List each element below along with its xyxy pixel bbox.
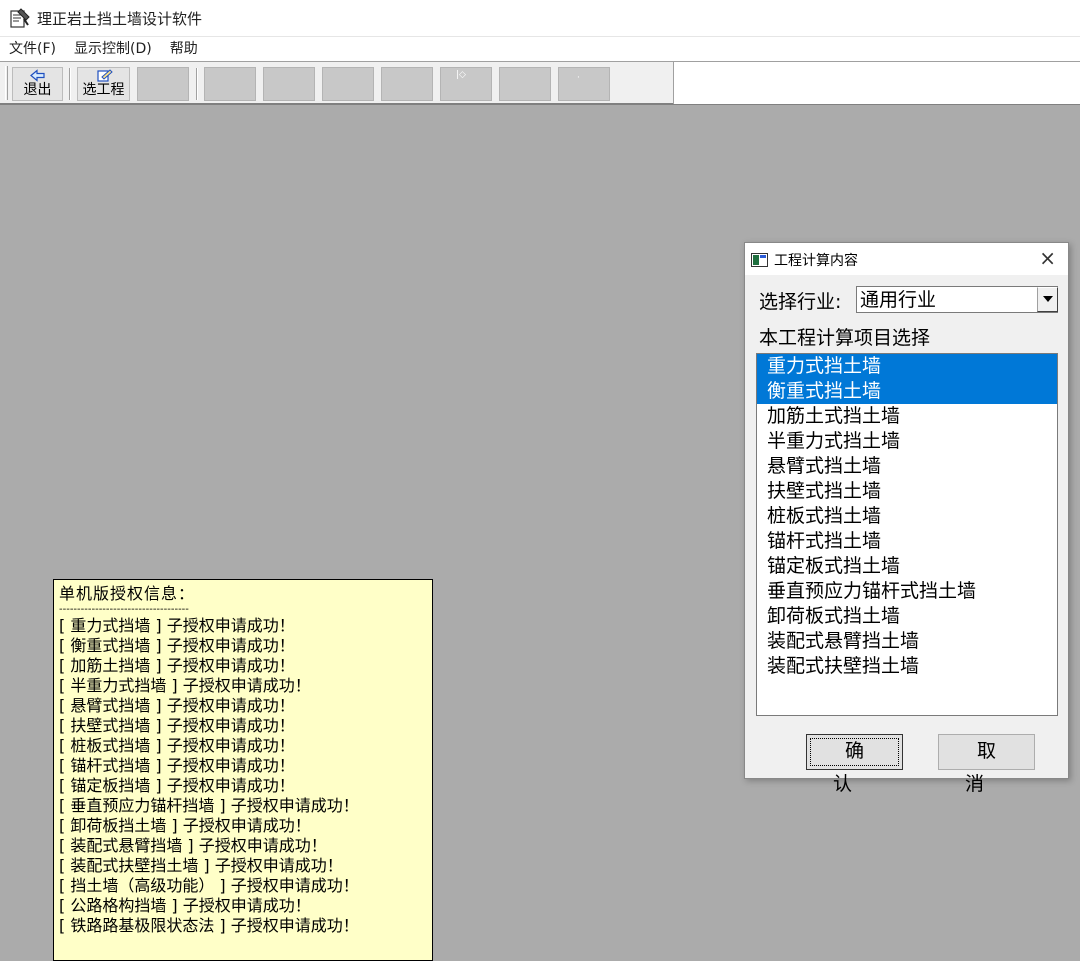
license-line: [ 挡土墙（高级功能） ] 子授权申请成功！ — [59, 876, 359, 895]
chevron-down-icon — [1043, 296, 1053, 302]
select-project-button[interactable]: 选工程 — [77, 67, 130, 101]
list-item[interactable]: 扶壁式挡土墙 — [757, 479, 1057, 504]
list-item[interactable]: 重力式挡土墙 — [757, 354, 1057, 379]
license-line: [ 加筋土挡墙 ] 子授权申请成功！ — [59, 656, 295, 675]
menu-bar: 文件(F) 显示控制(D) 帮助 — [0, 36, 1080, 61]
confirm-button[interactable]: 确认 — [806, 734, 903, 795]
toolbar-button-disabled-7[interactable] — [499, 67, 551, 101]
license-divider: ------------------------------------ — [59, 604, 189, 615]
dialog-window-icon — [751, 252, 768, 267]
toolbar-grip[interactable] — [5, 66, 8, 100]
exit-arrow-icon — [29, 69, 47, 82]
list-item[interactable]: 垂直预应力锚杆式挡土墙 — [757, 579, 1057, 604]
exit-label: 退出 — [23, 82, 52, 98]
disabled-marker-icon: |◇ — [456, 70, 466, 80]
app-logo-icon — [9, 7, 31, 29]
edit-project-icon — [95, 69, 113, 82]
license-line: [ 悬臂式挡墙 ] 子授权申请成功！ — [59, 696, 295, 715]
list-item[interactable]: 衡重式挡土墙 — [757, 379, 1057, 404]
list-item[interactable]: 锚杆式挡土墙 — [757, 529, 1057, 554]
calc-items-listbox[interactable]: 重力式挡土墙 衡重式挡土墙 加筋土式挡土墙 半重力式挡土墙 悬臂式挡土墙 扶壁式… — [756, 353, 1058, 716]
industry-label: 选择行业: — [759, 291, 842, 313]
license-line: [ 半重力式挡墙 ] 子授权申请成功！ — [59, 676, 311, 695]
license-line: [ 铁路路基极限状态法 ] 子授权申请成功！ — [59, 916, 359, 935]
license-line: [ 垂直预应力锚杆挡墙 ] 子授权申请成功！ — [59, 796, 359, 815]
list-item[interactable]: 加筋土式挡土墙 — [757, 404, 1057, 429]
toolbar-button-disabled-3[interactable] — [263, 67, 315, 101]
list-item[interactable]: 装配式悬臂挡土墙 — [757, 629, 1057, 654]
list-item[interactable]: 半重力式挡土墙 — [757, 429, 1057, 454]
toolbar-empty-area — [673, 62, 1080, 104]
list-item[interactable]: 卸荷板式挡土墙 — [757, 604, 1057, 629]
license-line: [ 装配式扶壁挡土墙 ] 子授权申请成功！ — [59, 856, 343, 875]
toolbar-button-disabled-8[interactable]: · — [558, 67, 610, 101]
list-item[interactable]: 锚定板式挡土墙 — [757, 554, 1057, 579]
toolbar-button-disabled-5[interactable] — [381, 67, 433, 101]
toolbar-button-disabled-4[interactable] — [322, 67, 374, 101]
disabled-dot-icon: · — [577, 73, 580, 83]
dialog-title-bar[interactable]: 工程计算内容 × — [745, 243, 1068, 275]
license-line: [ 锚杆式挡墙 ] 子授权申请成功！ — [59, 756, 295, 775]
dialog-title: 工程计算内容 — [774, 253, 858, 269]
project-calc-dialog: 工程计算内容 × 选择行业: 通用行业 本工程计算项目选择 重力式挡土墙 衡重式… — [744, 242, 1069, 795]
exit-button[interactable]: 退出 — [12, 67, 63, 101]
license-line: [ 锚定板挡墙 ] 子授权申请成功！ — [59, 776, 295, 795]
title-bar: 理正岩土挡土墙设计软件 — [0, 0, 1080, 36]
menu-file[interactable]: 文件(F) — [0, 37, 65, 62]
license-line: [ 公路格构挡墙 ] 子授权申请成功！ — [59, 896, 311, 915]
select-project-label: 选工程 — [82, 82, 125, 98]
industry-value: 通用行业 — [860, 289, 937, 311]
list-item[interactable]: 悬臂式挡土墙 — [757, 454, 1057, 479]
close-icon[interactable]: × — [1039, 247, 1056, 269]
items-heading: 本工程计算项目选择 — [759, 327, 931, 349]
toolbar-button-disabled-2[interactable] — [204, 67, 256, 101]
toolbar: 退出 选工程 |◇ · — [0, 61, 1080, 105]
cancel-button[interactable]: 取消 — [938, 734, 1035, 795]
toolbar-separator — [196, 68, 198, 100]
industry-select[interactable]: 通用行业 — [856, 286, 1058, 313]
toolbar-button-disabled-6[interactable]: |◇ — [440, 67, 492, 101]
menu-display-control[interactable]: 显示控制(D) — [65, 37, 161, 62]
license-line: [ 衡重式挡墙 ] 子授权申请成功！ — [59, 636, 295, 655]
menu-help[interactable]: 帮助 — [161, 37, 207, 62]
list-item[interactable]: 装配式扶壁挡土墙 — [757, 654, 1057, 679]
license-title: 单机版授权信息： — [59, 584, 196, 603]
list-item[interactable]: 桩板式挡土墙 — [757, 504, 1057, 529]
dropdown-button[interactable] — [1037, 287, 1058, 312]
license-line: [ 卸荷板挡土墙 ] 子授权申请成功！ — [59, 816, 311, 835]
license-line: [ 扶壁式挡墙 ] 子授权申请成功！ — [59, 716, 295, 735]
license-line: [ 装配式悬臂挡墙 ] 子授权申请成功！ — [59, 836, 327, 855]
license-line: [ 重力式挡墙 ] 子授权申请成功！ — [59, 616, 295, 635]
toolbar-button-disabled-1[interactable] — [137, 67, 189, 101]
window-title: 理正岩土挡土墙设计软件 — [37, 9, 203, 28]
license-info-panel: 单机版授权信息： -------------------------------… — [53, 579, 433, 961]
license-line: [ 桩板式挡墙 ] 子授权申请成功！ — [59, 736, 295, 755]
toolbar-separator — [69, 68, 71, 100]
